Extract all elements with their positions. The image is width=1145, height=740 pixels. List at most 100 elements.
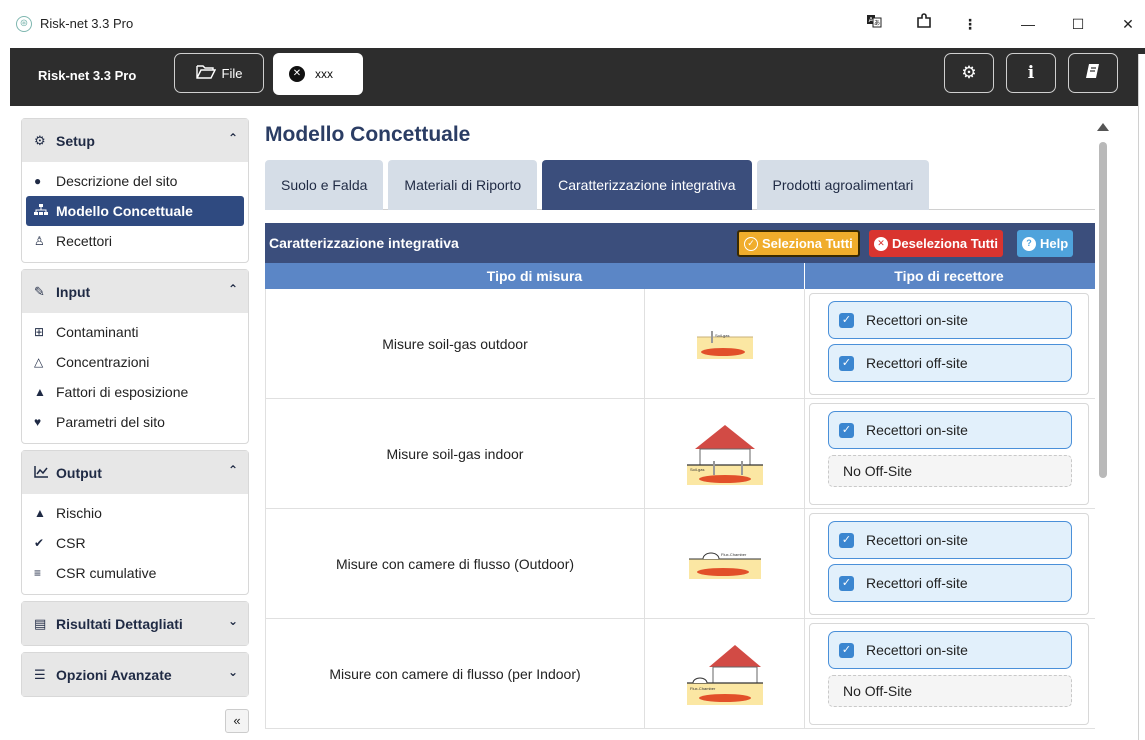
sidebar-item-descrizione-del-sito[interactable]: ● Descrizione del sito [22,166,248,196]
sidebar-item-modello-concettuale[interactable]: Modello Concettuale [26,196,244,226]
manual-button[interactable] [1068,53,1118,93]
file-button[interactable]: File [174,53,264,93]
column-header-tipo-di-misura: Tipo di misura [265,263,805,289]
receptor-options: ✓ Recettori on-site No Off-Site [809,623,1089,725]
times-circle-icon: ✕ [874,236,888,251]
tab-prodotti-agroalimentari[interactable]: Prodotti agroalimentari [756,160,930,210]
chip-label: Recettori off-site [866,575,968,591]
sidebar-item-contaminanti[interactable]: ⊞ Contaminanti [22,317,248,347]
sidebar-item-label: Rischio [56,505,102,521]
puzzle-extension-icon[interactable] [912,12,936,36]
sidebar: ⚙ Setup ⌃ ● Descrizione del sito Modello… [21,118,249,733]
table-row: Misure con camere di flusso (Outdoor) Fl… [265,509,1095,619]
offsite-receptor-toggle[interactable]: ✓ Recettori off-site [828,344,1072,382]
app-name: Risk-net 3.3 Pro [38,68,137,83]
checkbox-checked-icon[interactable]: ✓ [839,312,854,328]
sidebar-header-risultati-dettagliati[interactable]: ▤ Risultati Dettagliati ⌄ [22,602,248,645]
tab-caratterizzazione-integrativa[interactable]: Caratterizzazione integrativa [542,160,752,210]
onsite-receptor-toggle[interactable]: ✓ Recettori on-site [828,631,1072,669]
checkbox-checked-icon[interactable]: ✓ [839,642,854,658]
sidebar-item-label: Parametri del sito [56,414,165,430]
select-all-button[interactable]: ✓ Seleziona Tutti [737,230,860,257]
close-button[interactable]: ✕ [1116,12,1140,36]
translate-icon[interactable]: Aあ [862,12,886,36]
checkbox-checked-icon[interactable]: ✓ [839,422,854,438]
table-list-icon: ▤ [34,615,47,631]
sidebar-header-opzioni-avanzate[interactable]: ☰ Opzioni Avanzate ⌄ [22,653,248,696]
chevron-up-icon: ⌃ [227,282,238,296]
diagram-label: Flux-Chamber [690,686,716,691]
sidebar-header-label: Risultati Dettagliati [56,615,183,632]
minimize-button[interactable]: — [1016,12,1040,36]
vertical-scrollbar-thumb[interactable] [1099,142,1107,478]
sidebar-item-csr[interactable]: ✔ CSR [22,528,248,558]
check-circle-icon: ✓ [744,236,758,251]
onsite-receptor-toggle[interactable]: ✓ Recettori on-site [828,521,1072,559]
sidebar-item-label: CSR cumulative [56,565,157,581]
sidebar-section-setup: ⚙ Setup ⌃ ● Descrizione del sito Modello… [21,118,249,263]
sidebar-item-rischio[interactable]: ▲ Rischio [22,498,248,528]
check-circle-icon: ✔ [34,536,45,550]
person-icon: ♙ [34,234,45,248]
sliders-icon: ☰ [34,666,46,682]
maximize-button[interactable]: ☐ [1066,12,1090,36]
sidebar-item-recettori[interactable]: ♙ Recettori [22,226,248,256]
checkbox-checked-icon[interactable]: ✓ [839,532,854,548]
sidebar-header-setup[interactable]: ⚙ Setup ⌃ [22,119,248,162]
offsite-receptor-toggle[interactable]: ✓ Recettori off-site [828,564,1072,602]
no-offsite-label: No Off-Site [828,675,1072,707]
sidebar-item-parametri-del-sito[interactable]: ♥ Parametri del sito [22,407,248,437]
info-icon: i [1027,63,1035,83]
svg-text:あ: あ [874,20,880,27]
sidebar-item-fattori-di-esposizione[interactable]: ▲ Fattori di esposizione [22,377,248,407]
onsite-receptor-toggle[interactable]: ✓ Recettori on-site [828,301,1072,339]
settings-button[interactable]: ⚙ [944,53,994,93]
user-icon: ▲ [34,385,46,399]
chip-label: Recettori on-site [866,422,968,438]
collapse-sidebar-button[interactable]: « [225,709,249,733]
plus-square-icon: ⊞ [34,325,45,339]
question-circle-icon: ? [1022,236,1036,251]
checkbox-checked-icon[interactable]: ✓ [839,355,854,371]
help-button[interactable]: ? Help [1017,230,1074,257]
panel-header: Caratterizzazione integrativa ✓ Selezion… [265,223,1095,263]
sidebar-header-input[interactable]: ✎ Input ⌃ [22,270,248,313]
sidebar-item-label: Modello Concettuale [56,203,193,219]
open-project-tab[interactable]: ✕ xxx [273,53,363,95]
sidebar-item-label: Concentrazioni [56,354,150,370]
sidebar-section-opzioni: ☰ Opzioni Avanzate ⌄ [21,652,249,697]
sidebar-header-output[interactable]: Output ⌃ [22,451,248,494]
close-tab-icon[interactable]: ✕ [289,66,305,82]
sidebar-section-output: Output ⌃ ▲ Rischio ✔ CSR ≡ CSR cumulativ… [21,450,249,595]
column-header-tipo-di-recettore: Tipo di recettore [894,268,1004,284]
gear-icon: ⚙ [34,132,46,148]
diagram-label: Flux-Chamber [721,552,747,557]
checkbox-checked-icon[interactable]: ✓ [839,575,854,591]
sidebar-header-label: Input [56,283,91,300]
file-button-label: File [221,65,243,81]
sidebar-item-csr-cumulative[interactable]: ≡ CSR cumulative [22,558,248,588]
receptor-options: ✓ Recettori on-site No Off-Site [809,403,1089,505]
page-title: Modello Concettuale [265,123,471,146]
tab-suolo-e-falda[interactable]: Suolo e Falda [265,160,384,210]
tab-bar: Suolo e Falda Materiali di Riporto Carat… [265,160,1095,210]
sidebar-item-concentrazioni[interactable]: △ Concentrazioni [22,347,248,377]
info-button[interactable]: i [1006,53,1056,93]
measure-label: Misure soil-gas indoor [265,399,645,508]
table-header: Tipo di misura Tipo di recettore [265,263,1095,289]
measure-label: Misure con camere di flusso (Outdoor) [265,509,645,618]
sidebar-header-label: Opzioni Avanzate [56,666,172,683]
sidebar-section-input: ✎ Input ⌃ ⊞ Contaminanti △ Concentrazion… [21,269,249,444]
edit-icon: ✎ [34,283,45,299]
bars-icon: ≡ [34,566,42,580]
deselect-all-button[interactable]: ✕ Deseleziona Tutti [869,230,1003,257]
select-all-label: Seleziona Tutti [762,236,853,251]
chip-label: Recettori on-site [866,642,968,658]
scroll-up-arrow-icon[interactable] [1097,123,1109,131]
onsite-receptor-toggle[interactable]: ✓ Recettori on-site [828,411,1072,449]
window-edge [1138,54,1145,740]
deselect-all-label: Deseleziona Tutti [892,236,998,251]
table-row: Misure soil-gas indoor Soil-gas ✓ Recett… [265,399,1095,509]
tab-materiali-di-riporto[interactable]: Materiali di Riporto [388,160,538,210]
more-options-icon[interactable]: ⋮ [958,12,982,36]
